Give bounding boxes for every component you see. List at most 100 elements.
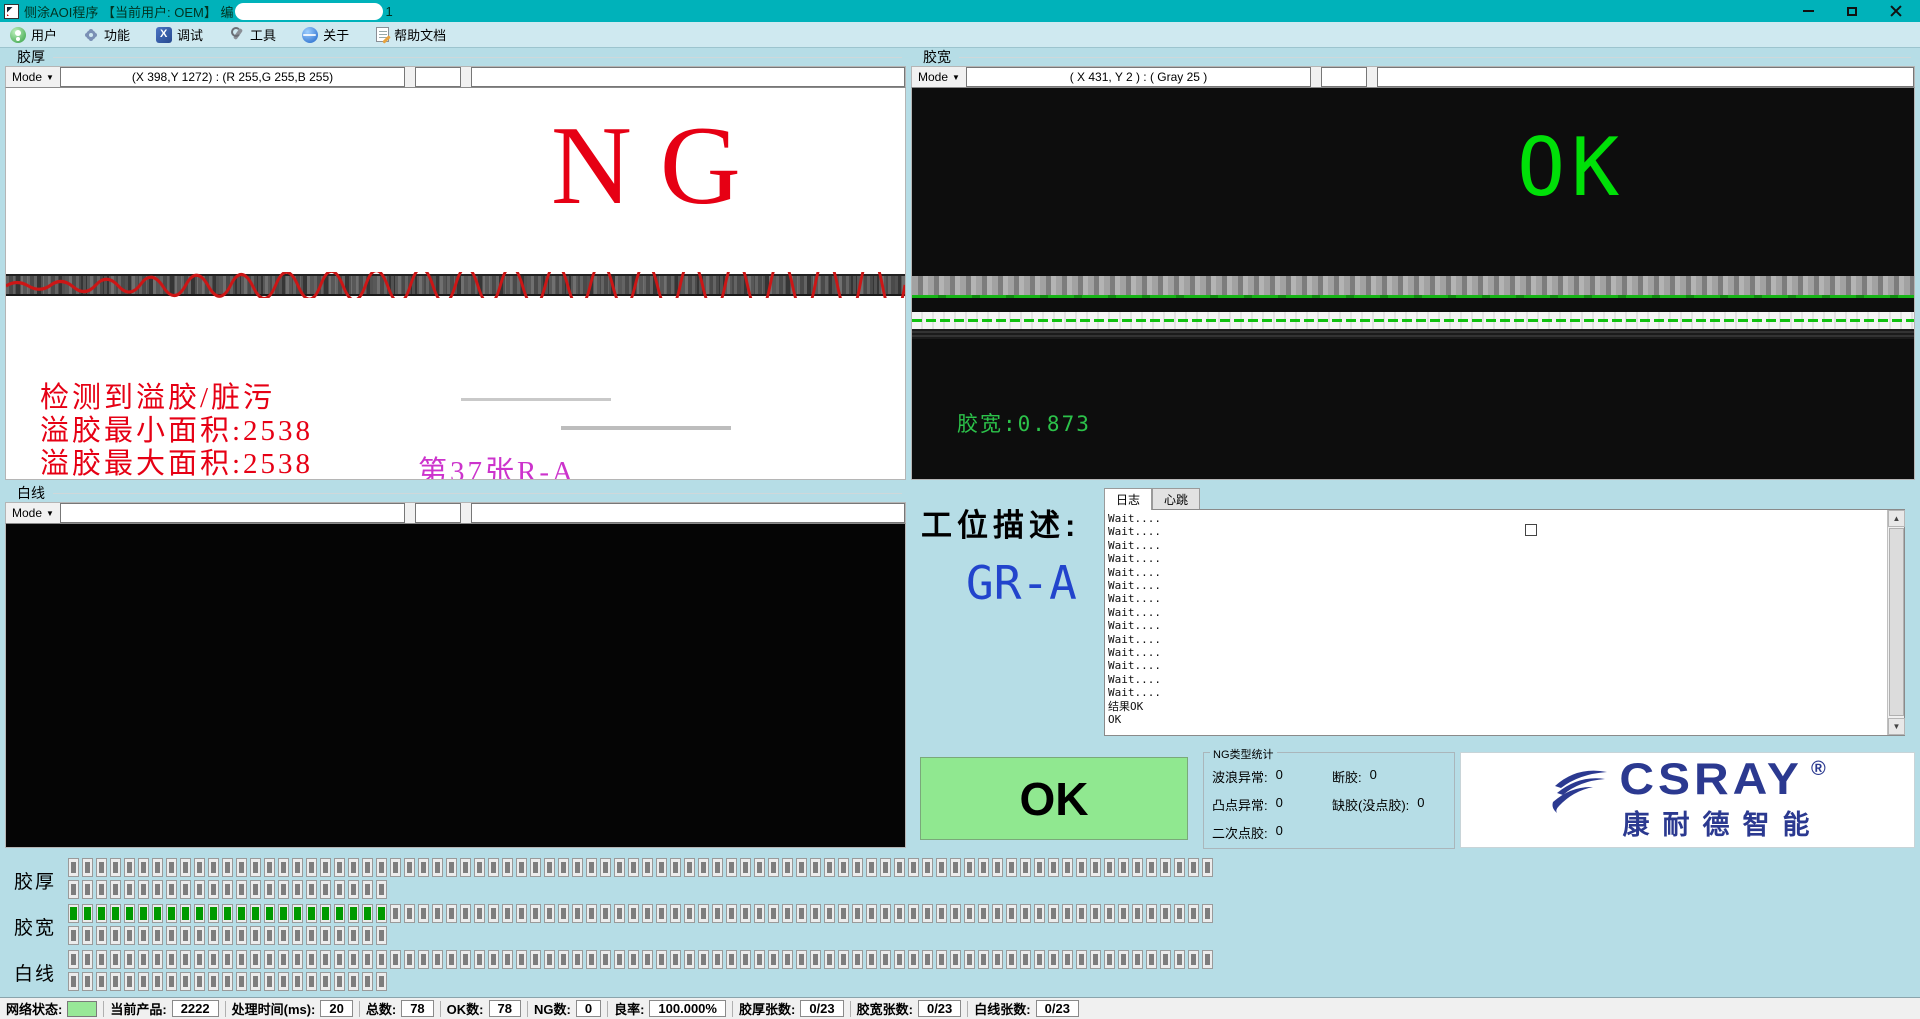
network-status-swatch [67, 1001, 97, 1017]
frame-slot [376, 950, 387, 969]
frame-slot [208, 904, 219, 923]
log-line: Wait.... [1108, 619, 1884, 632]
close-button[interactable] [1874, 0, 1918, 22]
mode-dropdown[interactable]: Mode ▼ [912, 67, 966, 87]
frame-slot [628, 858, 639, 877]
frame-slot [978, 904, 989, 923]
frame-slot [460, 950, 471, 969]
log-tab-1[interactable]: 心跳 [1152, 488, 1200, 509]
frame-slot [348, 926, 359, 945]
log-line: Wait.... [1108, 525, 1884, 538]
frame-slot [236, 904, 247, 923]
frame-slot [348, 972, 359, 991]
frame-slot [362, 972, 373, 991]
frame-slot [1006, 904, 1017, 923]
indicator-row [68, 880, 1213, 900]
scrollbar-thumb[interactable] [1889, 528, 1904, 716]
ng-stat-label: 二次点胶: [1212, 823, 1268, 842]
frame-slot [1118, 950, 1129, 969]
frame-slot [1076, 904, 1087, 923]
frame-slot [1160, 904, 1171, 923]
frame-slot [404, 858, 415, 877]
log-panel: Wait....Wait....Wait....Wait....Wait....… [1104, 509, 1905, 736]
status-label: 白线张数: [974, 999, 1030, 1018]
toolbar-field-long[interactable] [471, 503, 905, 523]
toolbar-field-small[interactable] [1321, 67, 1367, 87]
minimize-button[interactable] [1786, 0, 1830, 22]
frame-slot [488, 904, 499, 923]
frame-slot [964, 950, 975, 969]
glue-strip-dark [912, 329, 1914, 339]
frame-slot [362, 880, 373, 899]
frame-slot [866, 858, 877, 877]
mode-dropdown[interactable]: Mode ▼ [6, 503, 60, 523]
frame-slot [82, 926, 93, 945]
ng-stat-value: 0 [1276, 795, 1283, 814]
frame-slot [208, 950, 219, 969]
menu-item-about[interactable]: 关于 [302, 25, 349, 44]
frame-slot [1062, 858, 1073, 877]
frame-slot [1090, 904, 1101, 923]
frame-slot [418, 858, 429, 877]
frame-slot [1146, 858, 1157, 877]
ng-stat-value: 0 [1370, 767, 1377, 786]
frame-slot [796, 904, 807, 923]
toolbar-field-long[interactable] [1377, 67, 1914, 87]
menu-item-help-doc[interactable]: 帮助文档 [375, 25, 446, 44]
ng-stat-label: 波浪异常: [1212, 767, 1268, 786]
frame-slot [320, 950, 331, 969]
menu-item-debug[interactable]: 调试 [156, 25, 203, 44]
frame-slot [950, 904, 961, 923]
thickness-image-view[interactable]: NG 检测到溢胶/脏污 溢胶最小面积:2538 溢胶最大面积:2538 第37张… [5, 88, 906, 480]
frame-slot [1146, 904, 1157, 923]
frame-slot [824, 858, 835, 877]
log-line: Wait.... [1108, 579, 1884, 592]
frame-slot [320, 926, 331, 945]
frame-slot [782, 950, 793, 969]
frame-slot [390, 950, 401, 969]
mode-dropdown[interactable]: Mode ▼ [6, 67, 60, 87]
log-line: Wait.... [1108, 552, 1884, 565]
status-value: 78 [401, 1000, 433, 1017]
frame-slot [222, 972, 233, 991]
toolbar-field-small[interactable] [415, 67, 461, 87]
frame-slot [936, 950, 947, 969]
frame-slot [1160, 950, 1171, 969]
frame-slot [894, 904, 905, 923]
toolbar-field-small[interactable] [415, 503, 461, 523]
indicator-label: 胶宽 [14, 904, 66, 948]
log-checkbox[interactable] [1525, 524, 1537, 536]
whiteline-image-view[interactable] [5, 524, 906, 848]
frame-slot [698, 858, 709, 877]
panel-width-title: 胶宽 [911, 48, 1915, 66]
menu-item-user[interactable]: 用户 [10, 25, 57, 44]
frame-slot [124, 926, 135, 945]
width-image-view[interactable]: OK 胶宽:0.873 [911, 88, 1915, 480]
frame-slot [264, 858, 275, 877]
menu-item-tools[interactable]: 工具 [229, 25, 276, 44]
log-lines[interactable]: Wait....Wait....Wait....Wait....Wait....… [1108, 512, 1884, 733]
overall-result-indicator[interactable]: OK [920, 757, 1188, 840]
ng-stat-value: 0 [1276, 823, 1283, 842]
menu-item-function[interactable]: 功能 [83, 25, 130, 44]
frame-slot [250, 858, 261, 877]
frame-slot [978, 858, 989, 877]
frame-slot [264, 926, 275, 945]
frame-slot [516, 950, 527, 969]
frame-slot [656, 858, 667, 877]
log-tab-0[interactable]: 日志 [1104, 488, 1152, 510]
log-scrollbar[interactable]: ▲ ▼ [1887, 510, 1904, 735]
frame-slot [124, 858, 135, 877]
frame-slot [82, 858, 93, 877]
toolbar-field-long[interactable] [471, 67, 905, 87]
scroll-down-icon[interactable]: ▼ [1888, 718, 1905, 735]
scroll-up-icon[interactable]: ▲ [1888, 510, 1905, 527]
pixel-coord-readout: ( X 431, Y 2 ) : ( Gray 25 ) [966, 67, 1311, 87]
maximize-button[interactable] [1830, 0, 1874, 22]
frame-slot [908, 904, 919, 923]
frame-slot [306, 880, 317, 899]
frame-slot [796, 950, 807, 969]
status-item-9: 白线张数:0/23 [968, 999, 1085, 1018]
frame-slot [348, 858, 359, 877]
frame-slot [670, 858, 681, 877]
